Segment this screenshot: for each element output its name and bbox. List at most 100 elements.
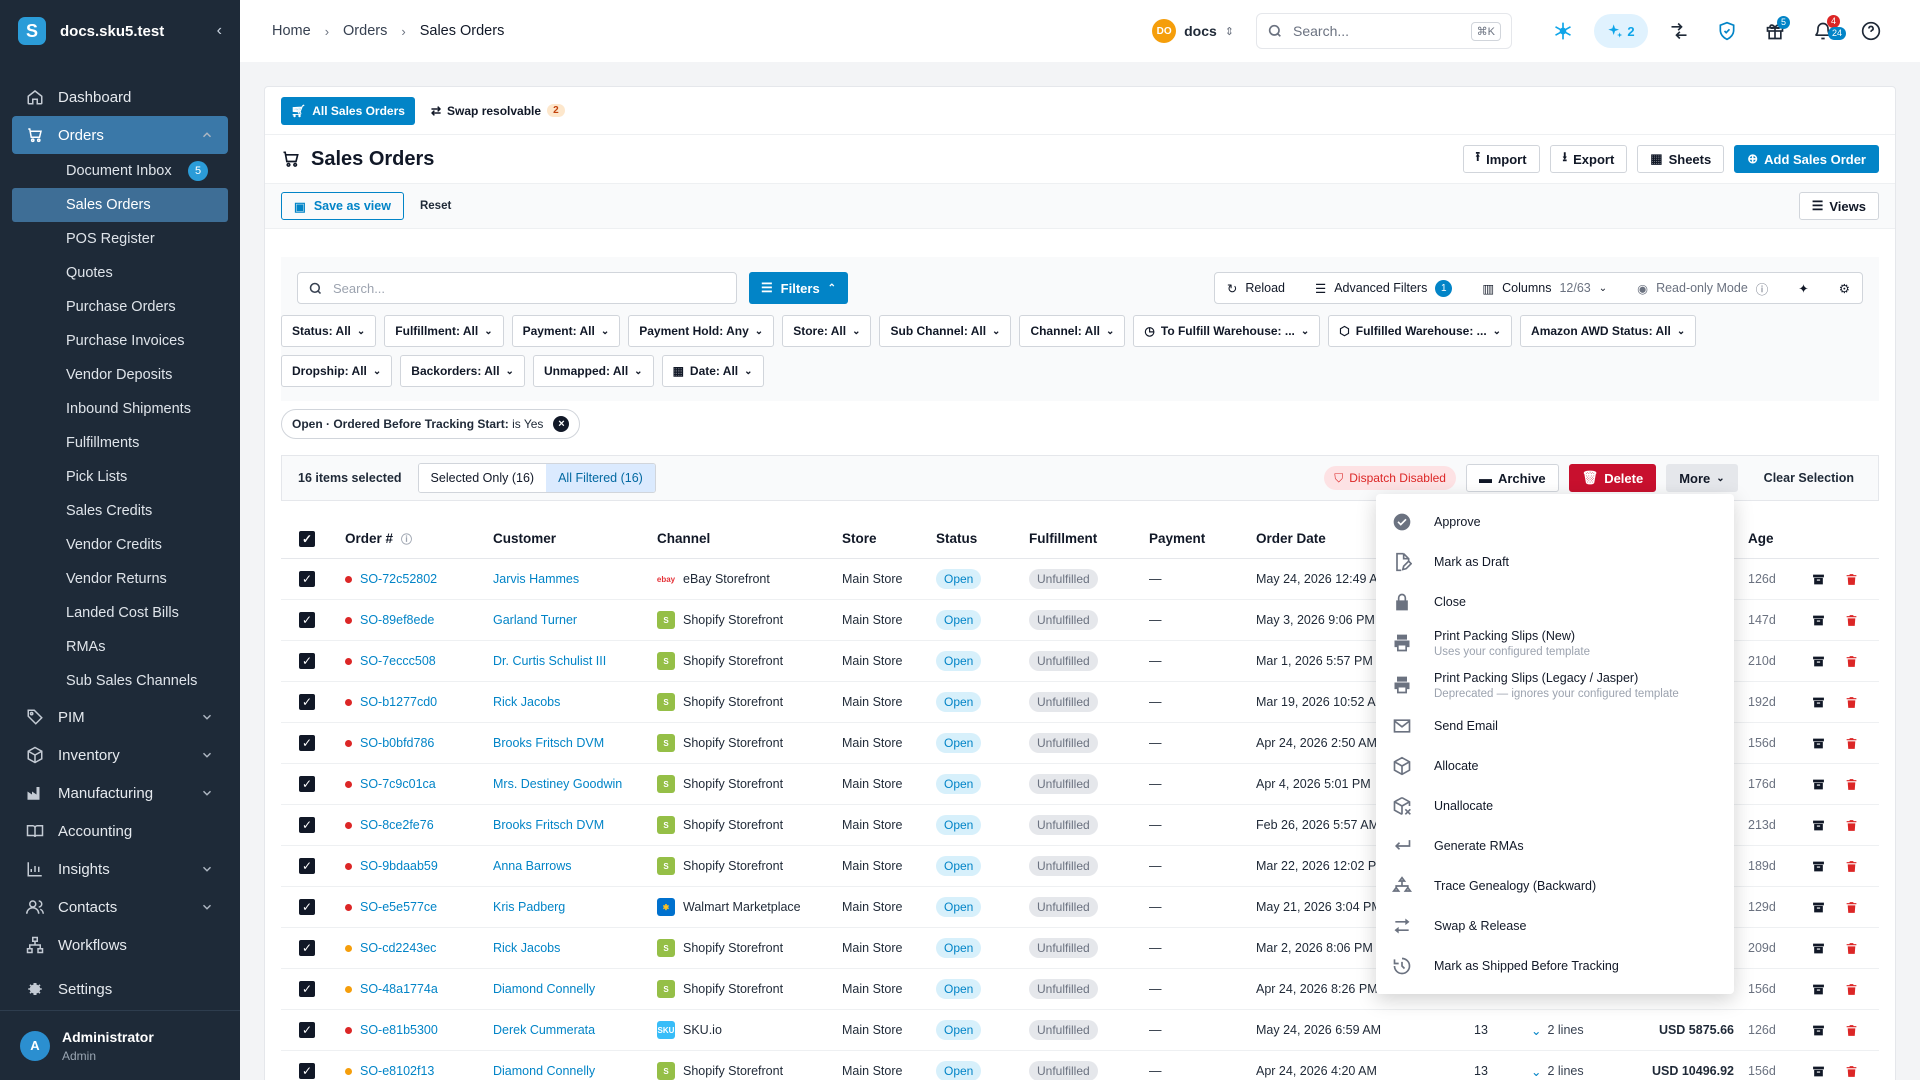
filter-chip[interactable]: Amazon AWD Status: All ⌄: [1520, 315, 1697, 347]
order-link[interactable]: SO-72c52802: [360, 572, 437, 586]
save-as-view-button[interactable]: ▣ Save as view: [281, 192, 404, 220]
import-button[interactable]: ⭱ Import: [1462, 145, 1540, 173]
views-button[interactable]: ☰ Views: [1798, 192, 1879, 220]
add-sales-order-button[interactable]: ⊕ Add Sales Order: [1734, 145, 1879, 173]
customer-link[interactable]: Derek Cummerata: [493, 1023, 595, 1037]
row-checkbox[interactable]: ✓: [299, 571, 315, 587]
archive-icon[interactable]: [1812, 1065, 1825, 1078]
breadcrumb-orders[interactable]: Orders: [343, 23, 387, 39]
export-button[interactable]: ⭳ Export: [1549, 145, 1628, 173]
order-link[interactable]: SO-7eccc508: [360, 654, 436, 668]
sidebar-item-pim[interactable]: PIM: [0, 698, 240, 736]
tab-all-sales-orders[interactable]: 🛒︎ All Sales Orders: [281, 96, 415, 125]
order-link[interactable]: SO-89ef8ede: [360, 613, 434, 627]
row-checkbox[interactable]: ✓: [299, 612, 315, 628]
menu-item-trace-genealogy-backward[interactable]: Trace Genealogy (Backward): [1376, 866, 1734, 906]
customer-link[interactable]: Rick Jacobs: [493, 695, 560, 709]
archive-icon[interactable]: [1812, 983, 1825, 996]
menu-item-mark-as-shipped-before-tracking[interactable]: Mark as Shipped Before Tracking: [1376, 946, 1734, 986]
trash-icon[interactable]: [1845, 942, 1858, 955]
sidebar-item-manufacturing[interactable]: Manufacturing: [0, 774, 240, 812]
sidebar-subitem-pick-lists[interactable]: Pick Lists: [0, 460, 240, 494]
sidebar-subitem-sales-orders[interactable]: Sales Orders: [12, 188, 228, 222]
row-checkbox[interactable]: ✓: [299, 653, 315, 669]
clear-selection-button[interactable]: Clear Selection: [1764, 471, 1854, 485]
sidebar-item-settings[interactable]: Settings: [0, 970, 240, 1008]
menu-item-print-packing-slips-legacy-jasper[interactable]: Print Packing Slips (Legacy / Jasper) Dep…: [1376, 664, 1734, 706]
table-search-input[interactable]: Search...: [297, 272, 737, 304]
reload-icon[interactable]: ↻: [1227, 281, 1237, 296]
chevron-up-icon[interactable]: [200, 128, 214, 142]
archive-icon[interactable]: [1812, 696, 1825, 709]
selected-only-option[interactable]: Selected Only (16): [418, 464, 547, 492]
notifications-button[interactable]: 4 24: [1806, 14, 1846, 48]
sidebar-item-accounting[interactable]: Accounting: [0, 812, 240, 850]
all-filtered-option[interactable]: All Filtered (16): [546, 464, 655, 492]
chevron-down-icon[interactable]: [200, 900, 214, 914]
filter-chip[interactable]: ▦ Date: All ⌄: [661, 355, 764, 387]
row-checkbox[interactable]: ✓: [299, 694, 315, 710]
sidebar-subitem-landed-cost-bills[interactable]: Landed Cost Bills: [0, 596, 240, 630]
remove-filter-icon[interactable]: ×: [553, 416, 570, 432]
filter-chip[interactable]: Status: All ⌄: [281, 315, 377, 347]
order-link[interactable]: SO-b0bfd786: [360, 736, 434, 750]
integrations-button[interactable]: [1546, 14, 1580, 48]
trash-icon[interactable]: [1845, 983, 1858, 996]
settings-icon[interactable]: ⚙: [1839, 281, 1850, 296]
customer-link[interactable]: Diamond Connelly: [493, 1064, 595, 1078]
archive-icon[interactable]: [1812, 860, 1825, 873]
sidebar-subitem-purchase-orders[interactable]: Purchase Orders: [0, 290, 240, 324]
lines-toggle[interactable]: ⌄ 2 lines: [1531, 1064, 1623, 1079]
order-link[interactable]: SO-b1277cd0: [360, 695, 437, 709]
column-header-status[interactable]: Status: [936, 531, 1029, 546]
active-filter-pill[interactable]: Open · Ordered Before Tracking Start: is…: [281, 409, 581, 439]
sidebar-subitem-document-inbox[interactable]: Document Inbox 5: [0, 154, 240, 188]
filter-chip[interactable]: ⬡ Fulfilled Warehouse: ... ⌄: [1328, 315, 1513, 347]
collapse-sidebar-icon[interactable]: ‹: [217, 22, 222, 40]
archive-icon[interactable]: [1812, 1024, 1825, 1037]
more-actions-button[interactable]: More ⌄: [1666, 464, 1738, 492]
filter-chip[interactable]: Channel: All ⌄: [1019, 315, 1126, 347]
menu-item-generate-rmas[interactable]: Generate RMAs: [1376, 826, 1734, 866]
archive-button[interactable]: ▬ Archive: [1465, 464, 1559, 492]
sidebar-subitem-vendor-returns[interactable]: Vendor Returns: [0, 562, 240, 596]
filter-chip[interactable]: Sub Channel: All ⌄: [879, 315, 1012, 347]
order-link[interactable]: SO-cd2243ec: [360, 941, 436, 955]
chevron-down-icon[interactable]: [200, 786, 214, 800]
trash-icon[interactable]: [1845, 778, 1858, 791]
customer-link[interactable]: Brooks Fritsch DVM: [493, 818, 604, 832]
sidebar-subitem-fulfillments[interactable]: Fulfillments: [0, 426, 240, 460]
help-button[interactable]: [1854, 14, 1888, 48]
compare-button[interactable]: [1662, 14, 1696, 48]
table-row[interactable]: ✓ SO-e8102f13 Diamond Connelly S Shopify Sto…: [281, 1051, 1879, 1080]
sidebar-subitem-sales-credits[interactable]: Sales Credits: [0, 494, 240, 528]
row-checkbox[interactable]: ✓: [299, 940, 315, 956]
archive-icon[interactable]: [1812, 778, 1825, 791]
row-checkbox[interactable]: ✓: [299, 735, 315, 751]
archive-icon[interactable]: [1812, 819, 1825, 832]
trash-icon[interactable]: [1845, 1024, 1858, 1037]
sidebar-subitem-pos-register[interactable]: POS Register: [0, 222, 240, 256]
filter-chip[interactable]: Unmapped: All ⌄: [532, 355, 654, 387]
menu-item-send-email[interactable]: Send Email: [1376, 706, 1734, 746]
sidebar-subitem-vendor-deposits[interactable]: Vendor Deposits: [0, 358, 240, 392]
order-link[interactable]: SO-7c9c01ca: [360, 777, 436, 791]
menu-item-swap-release[interactable]: Swap & Release: [1376, 906, 1734, 946]
menu-item-unallocate[interactable]: Unallocate: [1376, 786, 1734, 826]
gifts-button[interactable]: 5: [1758, 14, 1792, 48]
columns-button[interactable]: Columns: [1502, 281, 1551, 295]
menu-item-mark-as-draft[interactable]: Mark as Draft: [1376, 542, 1734, 582]
select-all-checkbox[interactable]: ✓: [299, 530, 315, 547]
sidebar-item-insights[interactable]: Insights: [0, 850, 240, 888]
customer-link[interactable]: Mrs. Destiney Goodwin: [493, 777, 622, 791]
filter-chip[interactable]: Payment Hold: Any ⌄: [628, 315, 775, 347]
sheets-button[interactable]: ▦ Sheets: [1637, 145, 1725, 173]
column-header-channel[interactable]: Channel: [657, 531, 842, 546]
sidebar-item-contacts[interactable]: Contacts: [0, 888, 240, 926]
chevron-down-icon[interactable]: [200, 710, 214, 724]
trash-icon[interactable]: [1845, 655, 1858, 668]
trash-icon[interactable]: [1845, 901, 1858, 914]
archive-icon[interactable]: [1812, 655, 1825, 668]
order-link[interactable]: SO-48a1774a: [360, 982, 438, 996]
customer-link[interactable]: Diamond Connelly: [493, 982, 595, 996]
